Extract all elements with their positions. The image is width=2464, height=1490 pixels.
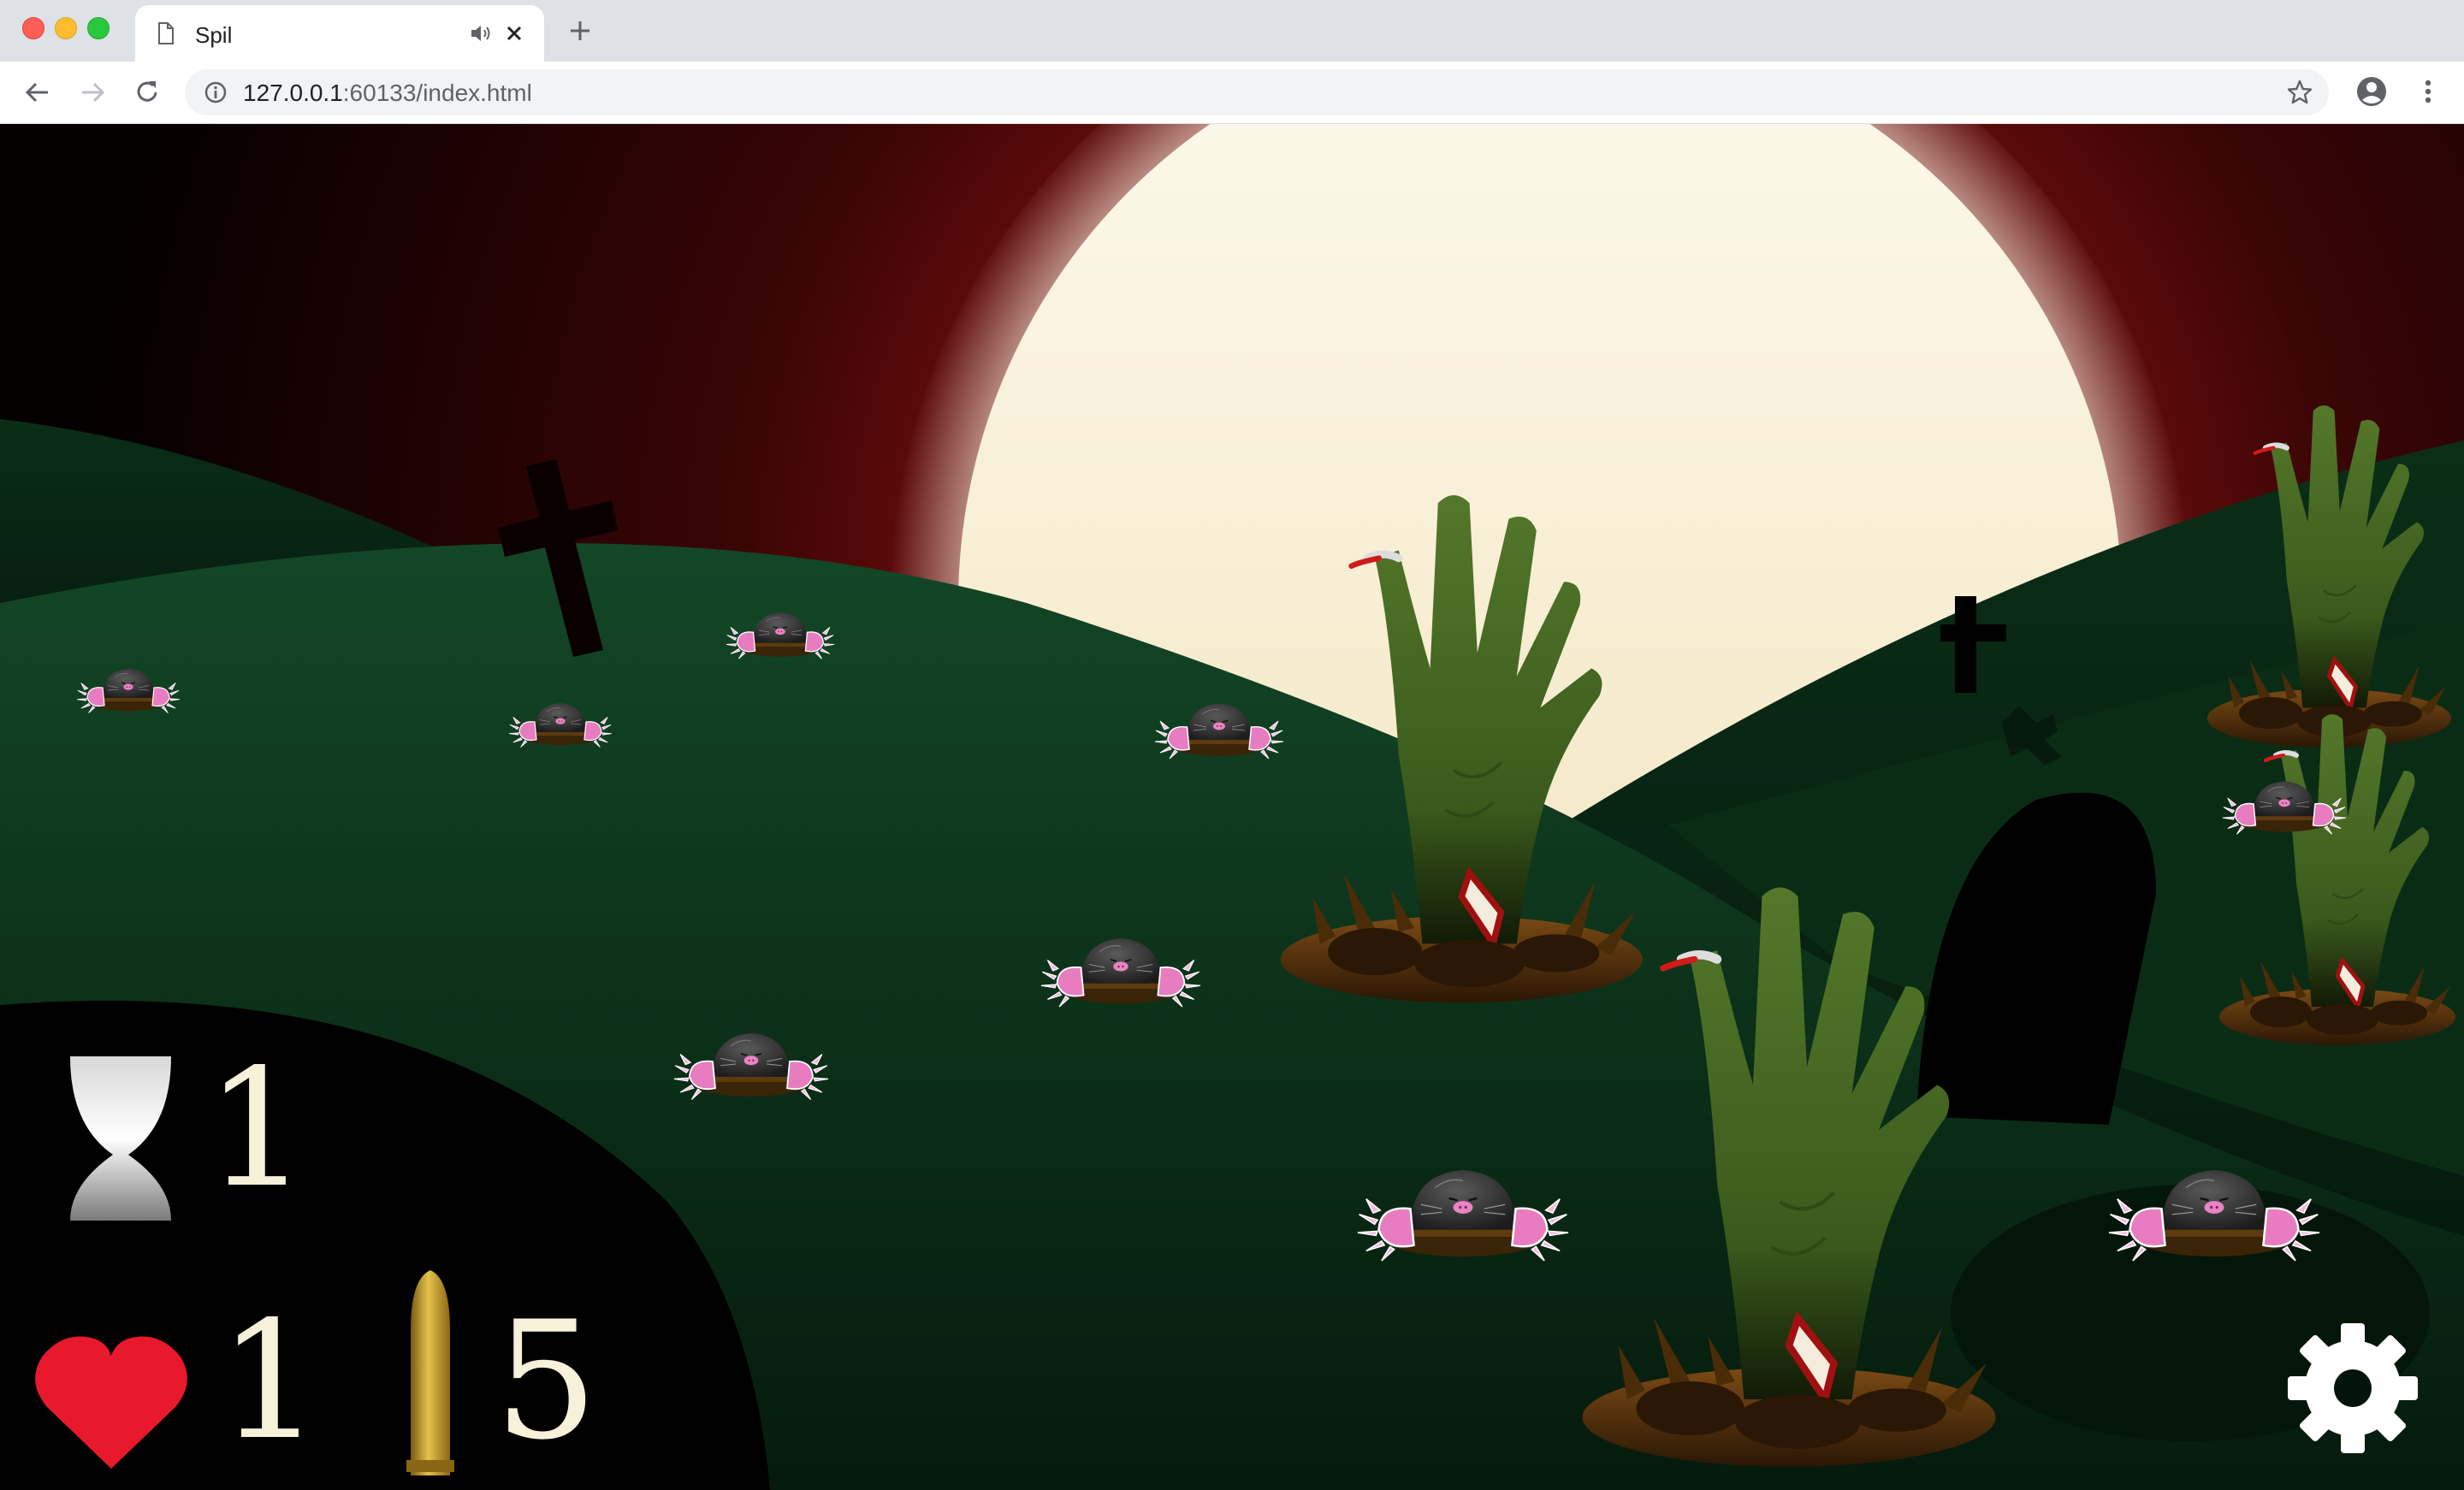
- bullet-icon: [406, 1270, 454, 1475]
- plus-icon[interactable]: [568, 19, 592, 43]
- ammo-value: 5: [495, 1286, 598, 1475]
- game-canvas[interactable]: 1 1 5: [0, 124, 2464, 1490]
- info-icon[interactable]: [204, 80, 228, 104]
- reload-icon[interactable]: [132, 77, 163, 108]
- gear-icon[interactable]: [2284, 1320, 2421, 1457]
- graveyard-scene: [0, 124, 2464, 1490]
- window-close-button[interactable]: [22, 17, 44, 39]
- account-icon[interactable]: [2354, 74, 2389, 109]
- browser-toolbar: 127.0.0.1:60133/index.html: [0, 62, 2464, 124]
- url-path: :60133/index.html: [342, 80, 532, 106]
- forward-arrow-icon[interactable]: [77, 77, 108, 108]
- window-zoom-button[interactable]: [87, 17, 110, 39]
- page-icon: [158, 22, 174, 44]
- timer-value: 1: [205, 1034, 309, 1223]
- kebab-menu-icon[interactable]: [2413, 74, 2443, 109]
- star-icon[interactable]: [2286, 79, 2313, 106]
- speaker-icon[interactable]: [469, 22, 493, 44]
- browser-tab[interactable]: Spil: [135, 5, 544, 62]
- window-minimize-button[interactable]: [55, 17, 77, 39]
- address-bar[interactable]: 127.0.0.1:60133/index.html: [185, 69, 2329, 115]
- url-host: 127.0.0.1: [243, 80, 343, 106]
- lives-value: 1: [218, 1286, 322, 1475]
- close-icon[interactable]: [503, 22, 525, 44]
- tab-title: Spil: [195, 22, 233, 48]
- browser-tab-strip: Spil: [0, 0, 2464, 62]
- url-text[interactable]: 127.0.0.1:60133/index.html: [243, 80, 532, 107]
- back-arrow-icon[interactable]: [22, 77, 53, 108]
